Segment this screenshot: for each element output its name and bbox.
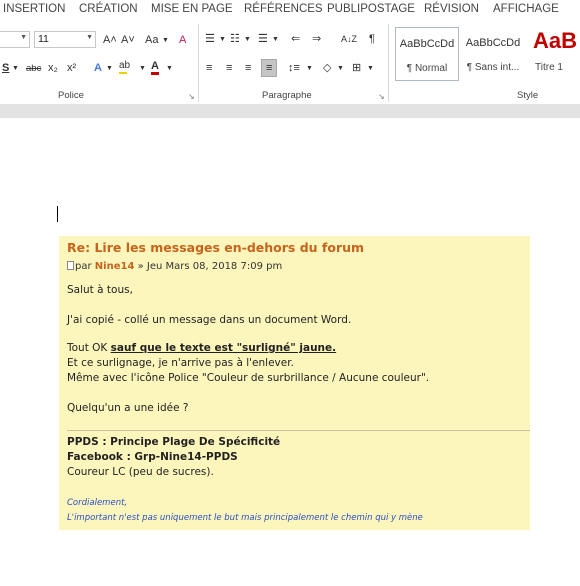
chevron-down-icon[interactable]: ▼ (139, 62, 146, 76)
tab-references[interactable]: RÉFÉRENCES (244, 3, 323, 15)
post-line: Tout OK sauf que le texte est "surligné"… (67, 342, 336, 354)
shrink-font-button[interactable]: A˅ (121, 33, 135, 47)
style-sample: AaB (533, 28, 578, 53)
chevron-down-icon[interactable]: ▼ (337, 62, 344, 76)
chevron-down-icon[interactable]: ▼ (219, 33, 226, 47)
post-line: J'ai copié - collé un message dans un do… (67, 314, 352, 326)
group-divider (198, 24, 199, 102)
tab-affichage[interactable]: AFFICHAGE (493, 3, 559, 15)
highlight-label: ab (119, 60, 131, 71)
style-normal[interactable]: AaBbCcDd ¶ Normal (395, 27, 459, 81)
signature-divider (67, 430, 530, 431)
font-name-dropdown[interactable]: ▼ (0, 31, 30, 48)
style-no-spacing[interactable]: AaBbCcDd ¶ Sans int... (461, 27, 525, 81)
post-meta: par Nine14 » Jeu Mars 08, 2018 7:09 pm (67, 261, 282, 272)
document-background (0, 104, 580, 118)
align-left-button[interactable]: ≡ (206, 61, 212, 75)
dialog-launcher-icon[interactable]: ↘ (188, 92, 195, 101)
signature-quote: L'important n'est pas uniquement le but … (67, 513, 423, 523)
tab-publipostage[interactable]: PUBLIPOSTAGE (327, 3, 415, 15)
strikethrough-button[interactable]: abc (26, 62, 41, 76)
font-size-value: 11 (38, 33, 49, 45)
ribbon-tab-bar: INSERTION CRÉATION MISE EN PAGE RÉFÉRENC… (0, 0, 580, 21)
post-line: Et ce surlignage, je n'arrive pas à l'en… (67, 357, 294, 369)
font-group-label: Police (58, 90, 84, 101)
text-cursor (57, 206, 58, 222)
chevron-down-icon[interactable]: ▼ (166, 62, 173, 76)
group-divider (388, 24, 389, 102)
document-icon (67, 261, 74, 270)
post-greeting: Salut à tous, (67, 284, 133, 296)
change-case-button[interactable]: Aa (145, 33, 158, 47)
style-sample: AaBbCcDd (399, 38, 455, 50)
style-name: Titre 1 (535, 62, 563, 73)
chevron-down-icon[interactable]: ▼ (162, 34, 169, 48)
dialog-launcher-icon[interactable]: ↘ (378, 92, 385, 101)
increase-indent-button[interactable]: ⇒ (312, 32, 321, 46)
superscript-button[interactable]: x² (67, 61, 76, 75)
highlight-color-button[interactable]: ab (119, 59, 130, 87)
subscript-button[interactable]: x₂ (48, 61, 58, 75)
tab-creation[interactable]: CRÉATION (79, 3, 138, 15)
sort-button[interactable]: A↓Z (341, 32, 357, 46)
grow-font-button[interactable]: A˄ (103, 33, 117, 47)
decrease-indent-button[interactable]: ⇐ (291, 32, 300, 46)
chevron-down-icon[interactable]: ▼ (106, 62, 113, 76)
text-effects-button[interactable]: A (94, 61, 102, 75)
post-by: par (75, 261, 92, 272)
tab-revision[interactable]: RÉVISION (424, 3, 479, 15)
tab-insertion[interactable]: INSERTION (3, 3, 65, 15)
numbering-button[interactable]: ☷ (230, 32, 240, 46)
bullets-button[interactable]: ☰ (205, 32, 215, 46)
post-line-start: Tout OK (67, 342, 111, 354)
signature-line: Coureur LC (peu de sucres). (67, 466, 214, 478)
show-formatting-marks-button[interactable]: ¶ (369, 32, 375, 46)
tab-mise-en-page[interactable]: MISE EN PAGE (151, 3, 233, 15)
font-color-button[interactable]: A (151, 60, 159, 75)
pasted-forum-post[interactable]: Re: Lire les messages en-dehors du forum… (59, 236, 530, 530)
underline-button[interactable]: S (2, 61, 9, 75)
post-author: Nine14 (94, 261, 135, 272)
font-size-dropdown[interactable]: 11 ▼ (34, 31, 96, 48)
post-line-emphasis: sauf que le texte est "surligné" jaune. (110, 342, 337, 354)
shading-button[interactable]: ◇ (323, 61, 331, 75)
paragraph-group-label: Paragraphe (262, 90, 312, 101)
clear-formatting-button[interactable]: A (179, 33, 186, 47)
signature-line: Facebook : Grp-Nine14-PPDS (67, 451, 238, 463)
borders-button[interactable]: ⊞ (352, 61, 361, 75)
post-date: » Jeu Mars 08, 2018 7:09 pm (137, 261, 283, 272)
ribbon: ▼ 11 ▼ A˄ A˅ Aa ▼ A S ▼ abc x₂ x² A ▼ ab… (0, 20, 580, 105)
post-line: Même avec l'icône Police "Couleur de sur… (67, 372, 430, 384)
multilevel-list-button[interactable]: ☰ (258, 32, 268, 46)
signature-line: PPDS : Principe Plage De Spécificité (67, 436, 281, 448)
chevron-down-icon[interactable]: ▼ (367, 62, 374, 76)
style-group-label: Style (517, 90, 539, 101)
chevron-down-icon: ▼ (20, 34, 27, 41)
chevron-down-icon[interactable]: ▼ (244, 33, 251, 47)
justify-button[interactable]: ≡ (261, 59, 278, 77)
post-question: Quelqu'un a une idée ? (67, 402, 189, 414)
align-right-button[interactable]: ≡ (245, 61, 251, 75)
style-name: ¶ Sans int... (466, 62, 520, 73)
style-sample: AaBbCcDd (465, 37, 521, 49)
style-heading-1[interactable]: AaB Titre 1 (527, 27, 580, 81)
style-name: ¶ Normal (406, 63, 448, 74)
chevron-down-icon: ▼ (86, 34, 93, 41)
line-spacing-button[interactable]: ↕≡ (288, 61, 300, 75)
highlight-color-bar (119, 72, 127, 75)
signature-closing: Cordialement, (67, 498, 128, 508)
post-title: Re: Lire les messages en-dehors du forum (67, 240, 365, 255)
chevron-down-icon[interactable]: ▼ (12, 62, 19, 76)
chevron-down-icon[interactable]: ▼ (272, 33, 279, 47)
chevron-down-icon[interactable]: ▼ (306, 62, 313, 76)
align-center-button[interactable]: ≡ (226, 61, 232, 75)
